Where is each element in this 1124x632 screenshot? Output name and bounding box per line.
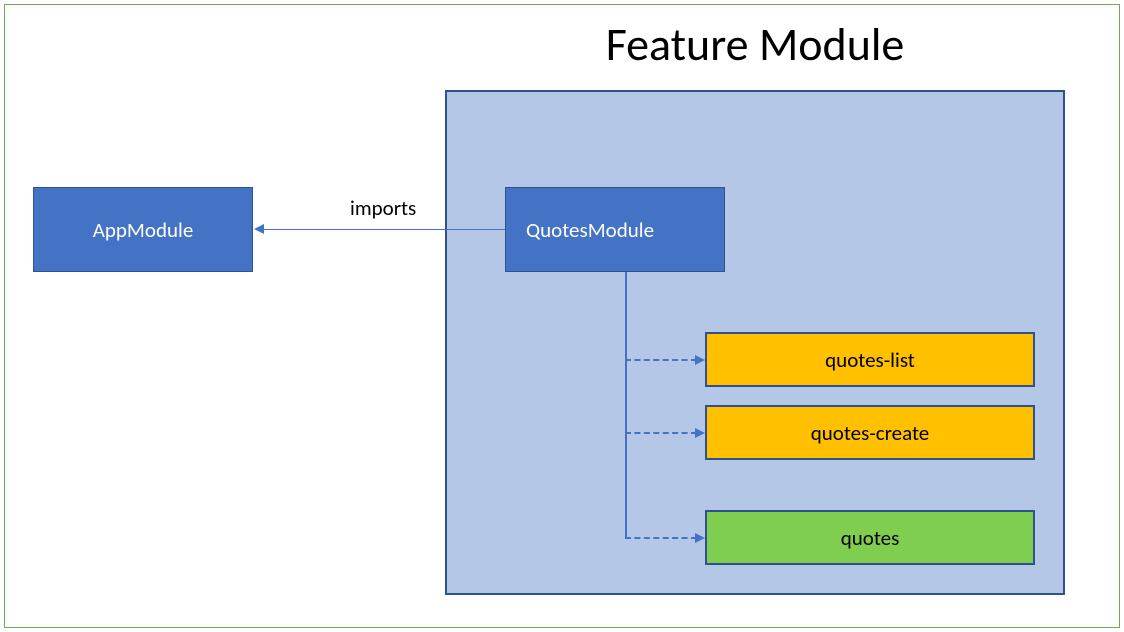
dashed-arrow-head-2 <box>695 428 705 438</box>
quotes-module-label: QuotesModule <box>526 217 654 243</box>
dashed-arrow-1 <box>625 359 697 361</box>
app-module-box: AppModule <box>33 187 253 272</box>
quotes-list-box: quotes-list <box>705 332 1035 387</box>
imports-arrow-line <box>261 229 505 230</box>
quotes-create-label: quotes-create <box>811 420 930 446</box>
dashed-arrow-head-3 <box>695 533 705 543</box>
dashed-arrow-2 <box>625 432 697 434</box>
app-module-label: AppModule <box>93 217 194 243</box>
quotes-list-label: quotes-list <box>825 347 915 373</box>
quotes-box: quotes <box>705 510 1035 565</box>
vertical-connector-line <box>625 272 627 537</box>
diagram-container: Feature Module AppModule imports QuotesM… <box>4 4 1120 628</box>
dashed-arrow-3 <box>625 537 697 539</box>
diagram-title: Feature Module <box>445 17 1065 73</box>
imports-arrow-head <box>254 224 264 234</box>
quotes-label: quotes <box>841 525 900 551</box>
quotes-module-box: QuotesModule <box>505 187 725 272</box>
imports-label: imports <box>350 195 416 221</box>
dashed-arrow-head-1 <box>695 355 705 365</box>
quotes-create-box: quotes-create <box>705 405 1035 460</box>
